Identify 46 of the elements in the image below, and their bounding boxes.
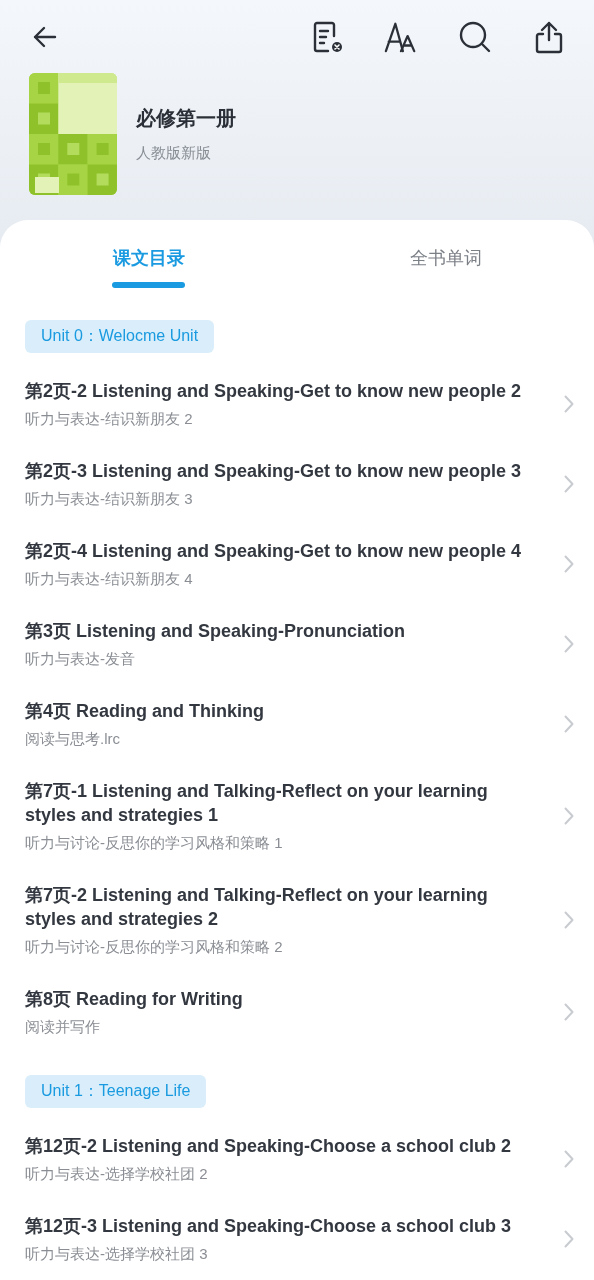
chevron-right-icon: [564, 911, 574, 929]
lesson-title: 第8页 Reading for Writing: [25, 988, 244, 1011]
lesson-row[interactable]: 第3页 Listening and Speaking-Pronunciation 听力与表达-发音: [0, 605, 594, 685]
lesson-subtitle: 听力与表达-发音: [25, 649, 136, 669]
lesson-subtitle: 听力与讨论-反思你的学习风格和策略 1: [25, 833, 284, 853]
lesson-title: 第4页 Reading and Thinking: [25, 700, 265, 723]
lesson-subtitle: 听力与讨论-反思你的学习风格和策略 2: [25, 937, 284, 957]
lesson-subtitle: 听力与表达-选择学校社团 2: [25, 1164, 209, 1184]
lesson-title: 第2页-2 Listening and Speaking-Get to know new people 2: [25, 380, 523, 403]
unit-label: Unit 1：Teenage Life: [25, 1075, 207, 1108]
lesson-row[interactable]: 第2页-3 Listening and Speaking-Get to know new people 3 听力与表达-结识新朋友 3: [0, 445, 594, 525]
book-edition: 人教版新版: [136, 144, 212, 163]
lesson-row[interactable]: 第8页 Reading for Writing 阅读并写作: [0, 973, 594, 1053]
lesson-row[interactable]: 第4页 Reading and Thinking 阅读与思考.lrc: [0, 685, 594, 765]
lesson-subtitle: 听力与表达-选择学校社团 3: [25, 1244, 209, 1264]
lesson-title: 第7页-2 Listening and Talking-Reflect on your learning styles and strategies 2: [25, 884, 489, 931]
tab[interactable]: 全书单词: [297, 220, 594, 298]
lesson-subtitle: 听力与表达-结识新朋友 2: [25, 409, 194, 429]
chevron-right-icon: [564, 1230, 574, 1248]
unit-label: Unit 0：Welocme Unit: [25, 320, 215, 353]
lesson-title: 第2页-4 Listening and Speaking-Get to know new people 4: [25, 540, 523, 563]
chevron-right-icon: [564, 475, 574, 493]
search-icon[interactable]: [458, 19, 492, 54]
lesson-title: 第12页-2 Listening and Speaking-Choose a school club 2: [25, 1135, 513, 1158]
lesson-row[interactable]: 第2页-4 Listening and Speaking-Get to know new people 4 听力与表达-结识新朋友 4: [0, 525, 594, 605]
lesson-subtitle: 阅读与思考.lrc: [25, 729, 121, 749]
lesson-title: 第12页-3 Listening and Speaking-Choose a school club 3: [25, 1215, 513, 1238]
lesson-row[interactable]: 第7页-2 Listening and Talking-Reflect on your learning styles and strategies 2 听力与讨论-反思你的学习风格和策略 2: [0, 869, 594, 973]
chevron-right-icon: [564, 555, 574, 573]
chevron-right-icon: [564, 1003, 574, 1021]
lesson-title: 第3页 Listening and Speaking-Pronunciation: [25, 620, 407, 643]
lesson-row[interactable]: 第12页-2 Listening and Speaking-Choose a school club 2 听力与表达-选择学校社团 2: [0, 1120, 594, 1200]
chevron-right-icon: [564, 635, 574, 653]
lesson-subtitle: 听力与表达-结识新朋友 4: [25, 569, 194, 589]
chevron-right-icon: [564, 1150, 574, 1168]
chevron-right-icon: [564, 395, 574, 413]
lesson-subtitle: 阅读并写作: [25, 1017, 101, 1037]
lesson-subtitle: 听力与表达-结识新朋友 3: [25, 489, 194, 509]
chevron-right-icon: [564, 807, 574, 825]
lesson-row[interactable]: 第2页-2 Listening and Speaking-Get to know new people 2 听力与表达-结识新朋友 2: [0, 365, 594, 445]
book-title: 必修第一册: [136, 106, 236, 131]
lesson-row[interactable]: 第7页-1 Listening and Talking-Reflect on your learning styles and strategies 1 听力与讨论-反思你的学习风格和策略 1: [0, 765, 594, 869]
lesson-title: 第7页-1 Listening and Talking-Reflect on your learning styles and strategies 1: [25, 780, 489, 827]
chevron-right-icon: [564, 715, 574, 733]
lesson-row[interactable]: 第12页-3 Listening and Speaking-Choose a school club 3 听力与表达-选择学校社团 3: [0, 1200, 594, 1280]
lesson-title: 第2页-3 Listening and Speaking-Get to know new people 3: [25, 460, 523, 483]
